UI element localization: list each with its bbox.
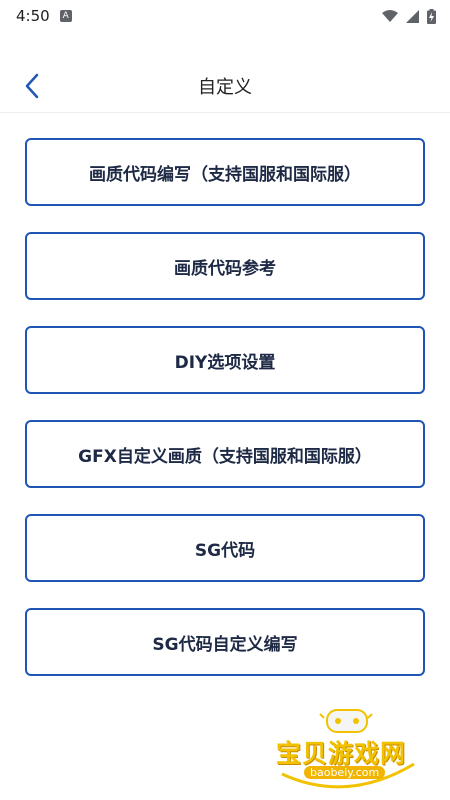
- status-icons: [382, 8, 436, 24]
- chevron-left-icon: [25, 73, 39, 99]
- menu-button-code-editor[interactable]: 画质代码编写（支持国服和国际服）: [25, 138, 425, 206]
- menu-button-gfx-custom[interactable]: GFX自定义画质（支持国服和国际服）: [25, 420, 425, 488]
- back-button[interactable]: [16, 70, 48, 102]
- menu-button-sg-code[interactable]: SG代码: [25, 514, 425, 582]
- menu-list: 画质代码编写（支持国服和国际服） 画质代码参考 DIY选项设置 GFX自定义画质…: [25, 138, 425, 702]
- watermark-url: baobeiy.com: [304, 766, 386, 779]
- menu-button-diy-options[interactable]: DIY选项设置: [25, 326, 425, 394]
- battery-icon: [427, 8, 436, 24]
- menu-button-code-reference[interactable]: 画质代码参考: [25, 232, 425, 300]
- status-time: 4:50: [16, 7, 50, 25]
- status-bar: 4:50 A: [0, 0, 450, 32]
- notification-icon: A: [59, 10, 72, 22]
- page-title: 自定义: [198, 77, 252, 98]
- watermark: 宝贝游戏网 baobeiy.com: [272, 704, 422, 796]
- watermark-title: 宝贝游戏网: [276, 739, 407, 768]
- menu-button-sg-custom[interactable]: SG代码自定义编写: [25, 608, 425, 676]
- app-header: 自定义: [0, 60, 450, 113]
- signal-icon: [406, 9, 419, 23]
- wifi-icon: [382, 9, 398, 22]
